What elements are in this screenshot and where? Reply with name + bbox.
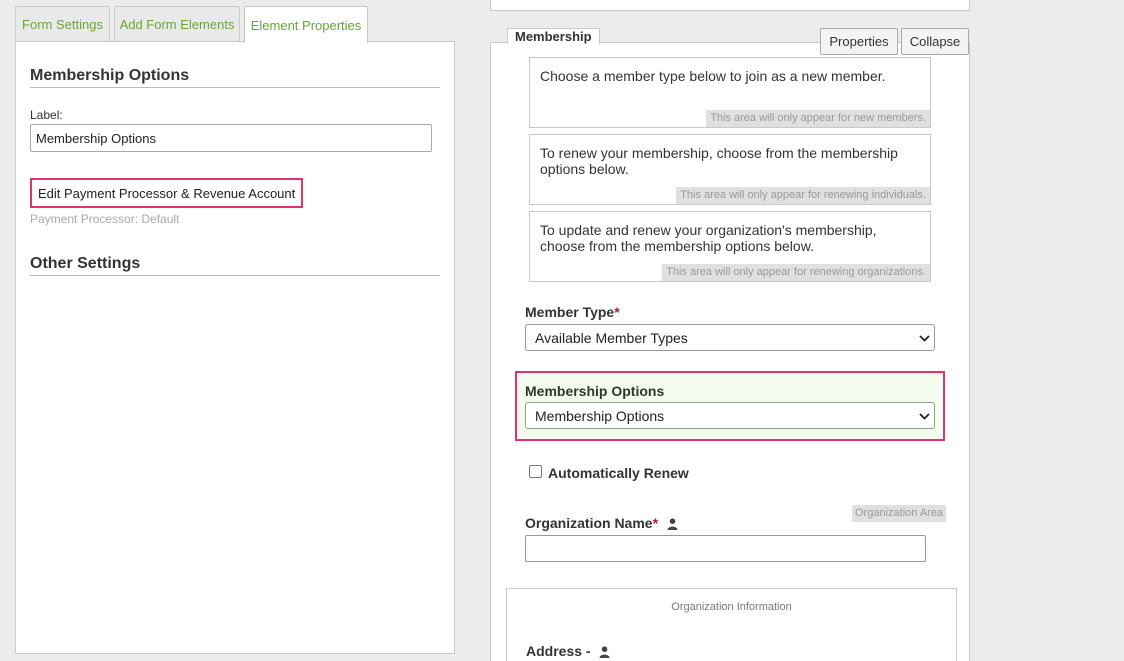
label-caption: Label:: [30, 108, 63, 122]
member-type-label-text: Member Type: [525, 304, 615, 320]
tab-add-form-elements[interactable]: Add Form Elements: [114, 6, 240, 42]
tab-element-properties[interactable]: Element Properties: [244, 6, 368, 43]
auto-renew-checkbox[interactable]: [529, 465, 542, 478]
payment-processor-note: Payment Processor: Default: [30, 212, 180, 226]
tab-label: Add Form Elements: [119, 17, 235, 32]
message-text: To update and renew your organization's …: [540, 222, 877, 254]
membership-element-tab[interactable]: Membership: [507, 28, 600, 44]
edit-payment-processor-button[interactable]: Edit Payment Processor & Revenue Account: [32, 180, 301, 206]
person-icon: [599, 646, 610, 659]
other-settings-heading: Other Settings: [30, 255, 440, 276]
membership-options-label: Membership Options: [525, 383, 665, 399]
member-type-selected: Available Member Types: [535, 329, 688, 346]
previous-element-frame: [490, 0, 970, 11]
organization-information-title: Organization Information: [671, 601, 792, 613]
collapse-button[interactable]: Collapse: [901, 28, 969, 55]
membership-options-select[interactable]: Membership Options: [525, 402, 935, 429]
address-label-text: Address -: [526, 643, 591, 659]
message-note: This area will only appear for new membe…: [706, 110, 930, 127]
organization-name-input[interactable]: [525, 535, 926, 562]
auto-renew-label: Automatically Renew: [548, 465, 689, 481]
person-icon: [667, 518, 678, 531]
membership-options-heading: Membership Options: [30, 67, 440, 88]
membership-options-selected: Membership Options: [535, 407, 665, 424]
element-properties-panel: Membership Options Label: Edit Payment P…: [15, 41, 455, 654]
tab-label: Form Settings: [22, 17, 103, 32]
renewing-individual-message: To renew your membership, choose from th…: [529, 134, 931, 205]
tab-form-settings[interactable]: Form Settings: [15, 6, 110, 42]
properties-button[interactable]: Properties: [820, 28, 898, 55]
message-note: This area will only appear for renewing …: [676, 187, 930, 204]
member-type-select[interactable]: Available Member Types: [525, 324, 935, 351]
message-text: To renew your membership, choose from th…: [540, 145, 898, 177]
message-note: This area will only appear for renewing …: [662, 264, 930, 281]
chevron-down-icon: [919, 335, 930, 342]
organization-name-label-text: Organization Name: [525, 515, 653, 531]
required-marker: *: [614, 304, 620, 320]
address-label: Address -: [526, 643, 610, 659]
renewing-organization-message: To update and renew your organization's …: [529, 211, 931, 282]
chevron-down-icon: [919, 413, 930, 420]
required-marker: *: [652, 515, 659, 531]
message-text: Choose a member type below to join as a …: [540, 68, 886, 84]
new-member-message: Choose a member type below to join as a …: [529, 57, 931, 128]
organization-area-tag: Organization Area: [852, 505, 947, 522]
label-input[interactable]: [30, 124, 432, 152]
organization-name-label: Organization Name*: [525, 515, 678, 531]
member-type-label: Member Type*: [525, 304, 620, 320]
tab-label: Element Properties: [250, 17, 362, 33]
